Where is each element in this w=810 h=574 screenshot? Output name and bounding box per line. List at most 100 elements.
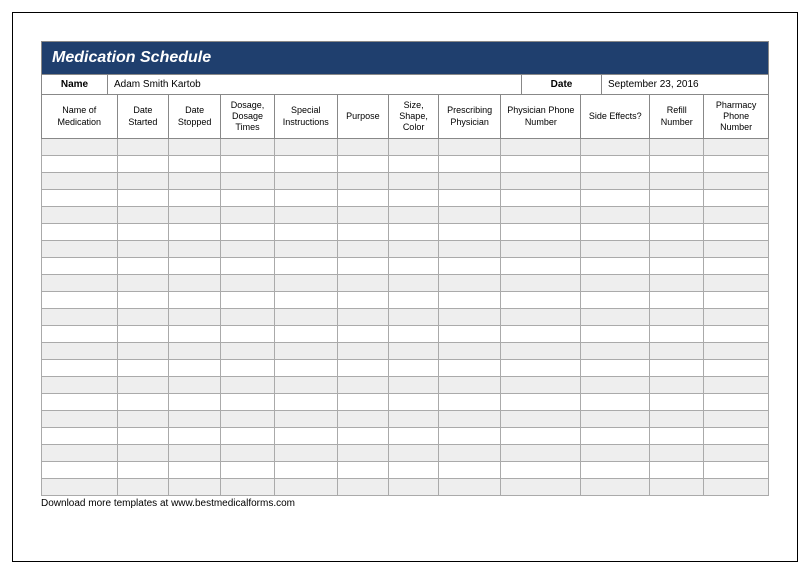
table-cell [117,207,169,224]
table-cell [501,207,581,224]
col-header: Special Instructions [274,95,337,139]
table-cell [438,326,501,343]
table-cell [337,292,389,309]
table-cell [117,241,169,258]
table-cell [650,258,704,275]
table-cell [501,343,581,360]
table-cell [221,360,275,377]
table-cell [704,190,769,207]
table-cell [117,411,169,428]
table-cell [274,445,337,462]
table-cell [337,377,389,394]
table-cell [337,275,389,292]
table-cell [274,173,337,190]
table-cell [581,156,650,173]
table-cell [42,360,118,377]
table-cell [42,445,118,462]
table-cell [581,309,650,326]
table-cell [501,377,581,394]
table-cell [438,156,501,173]
table-cell [221,479,275,496]
table-cell [117,479,169,496]
table-cell [117,343,169,360]
table-cell [501,190,581,207]
table-cell [650,207,704,224]
table-cell [581,428,650,445]
table-cell [169,309,221,326]
table-cell [389,394,439,411]
table-cell [337,258,389,275]
table-cell [389,479,439,496]
table-cell [221,156,275,173]
name-label: Name [42,75,108,94]
table-cell [704,360,769,377]
table-cell [438,139,501,156]
table-row [42,275,769,292]
table-cell [389,343,439,360]
table-cell [274,156,337,173]
table-cell [581,207,650,224]
table-cell [438,207,501,224]
table-cell [169,190,221,207]
table-cell [42,377,118,394]
table-cell [274,360,337,377]
table-cell [501,479,581,496]
table-cell [501,292,581,309]
table-cell [704,241,769,258]
table-cell [337,479,389,496]
table-cell [274,207,337,224]
table-cell [650,343,704,360]
table-cell [337,343,389,360]
table-cell [42,411,118,428]
table-cell [274,428,337,445]
col-header: Refill Number [650,95,704,139]
table-cell [581,360,650,377]
table-row [42,411,769,428]
table-cell [274,326,337,343]
table-row [42,224,769,241]
table-row [42,360,769,377]
table-cell [650,224,704,241]
table-cell [337,462,389,479]
table-cell [169,377,221,394]
table-cell [221,462,275,479]
medication-table: Name of Medication Date Started Date Sto… [41,94,769,496]
table-cell [501,224,581,241]
table-cell [42,156,118,173]
table-cell [704,156,769,173]
table-cell [117,394,169,411]
table-row [42,428,769,445]
table-cell [169,326,221,343]
table-cell [42,428,118,445]
table-cell [337,411,389,428]
table-cell [704,462,769,479]
table-cell [221,309,275,326]
col-header: Physician Phone Number [501,95,581,139]
table-cell [169,428,221,445]
table-cell [337,139,389,156]
table-cell [650,360,704,377]
table-cell [117,190,169,207]
table-cell [221,428,275,445]
table-cell [581,445,650,462]
table-cell [389,445,439,462]
table-cell [42,139,118,156]
table-cell [438,428,501,445]
col-header: Dosage, Dosage Times [221,95,275,139]
title-bar: Medication Schedule [41,41,769,74]
table-cell [169,139,221,156]
table-cell [650,292,704,309]
table-cell [221,343,275,360]
table-cell [42,224,118,241]
table-cell [169,445,221,462]
table-cell [650,139,704,156]
table-cell [169,275,221,292]
table-cell [274,224,337,241]
table-cell [117,275,169,292]
table-cell [581,343,650,360]
name-value: Adam Smith Kartob [108,75,522,94]
table-cell [438,462,501,479]
table-cell [221,207,275,224]
table-cell [221,241,275,258]
table-row [42,156,769,173]
